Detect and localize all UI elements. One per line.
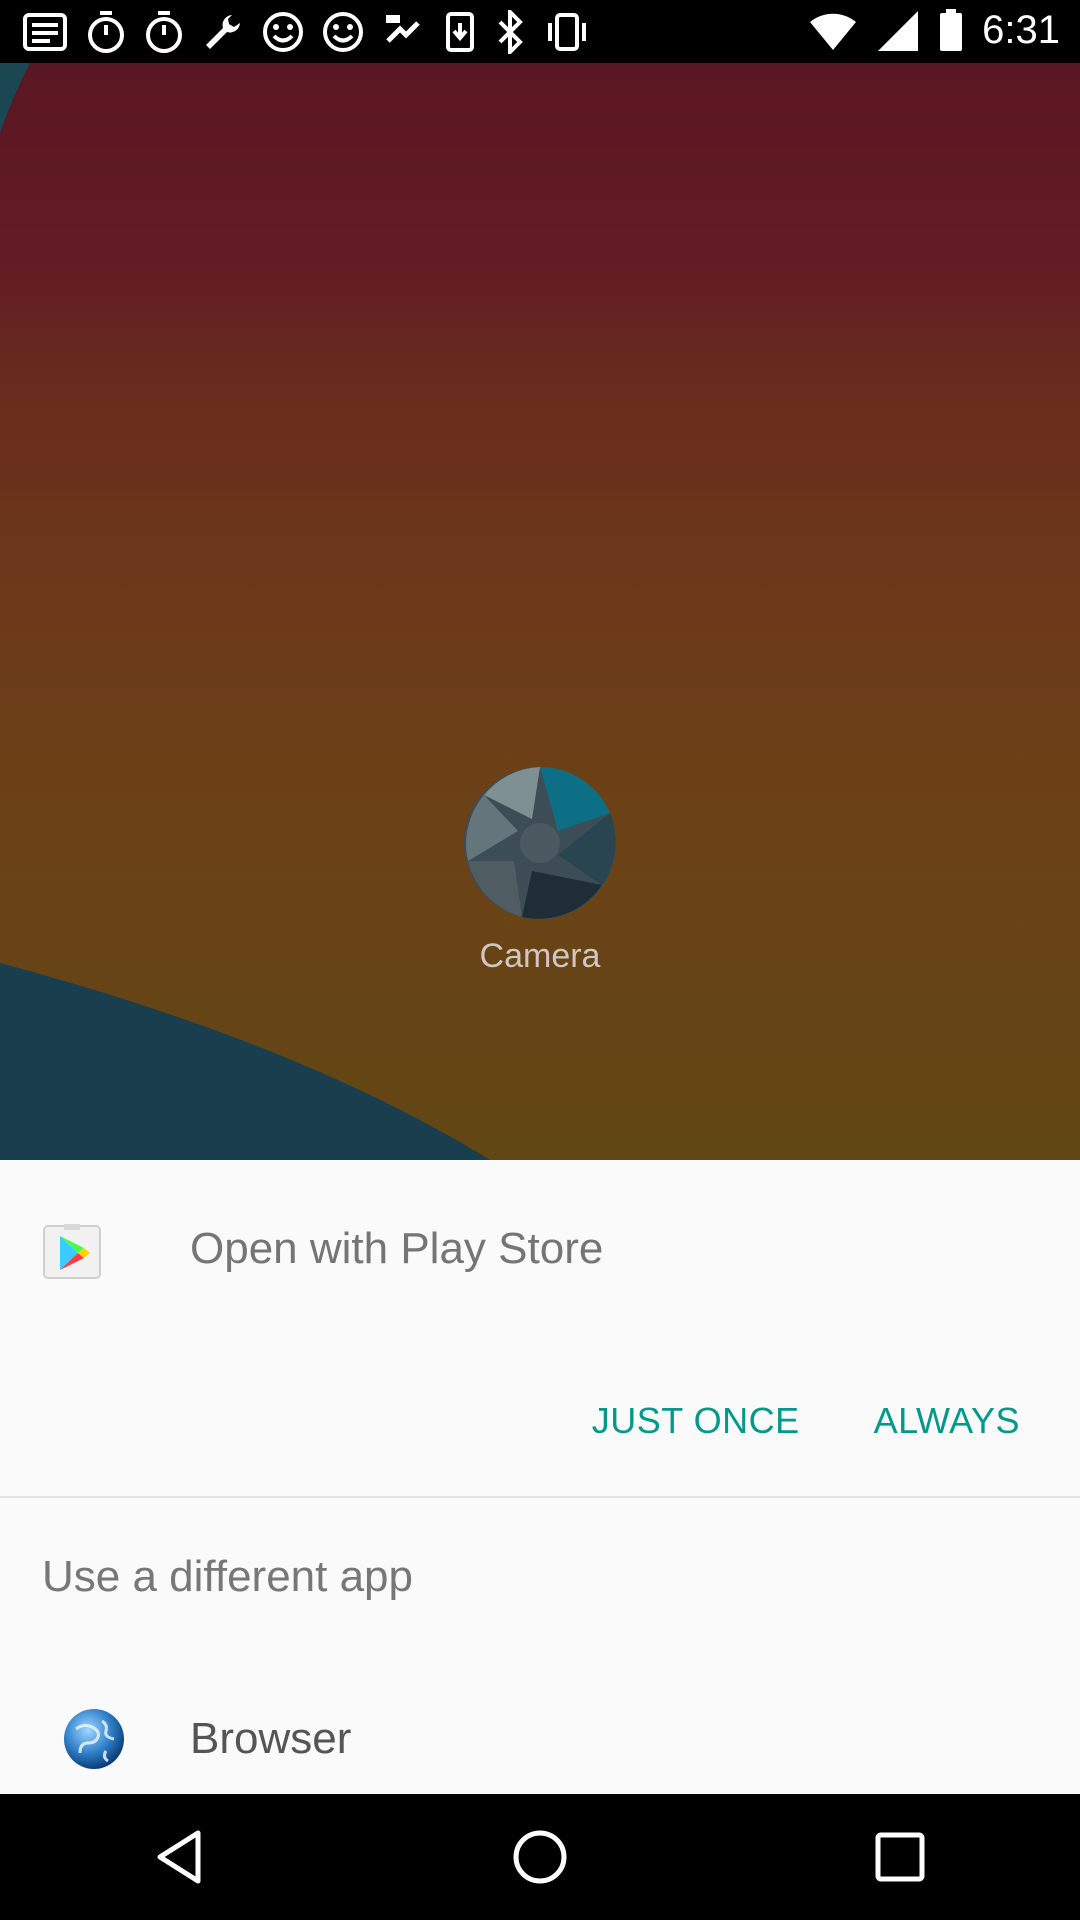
camera-label: Camera <box>479 937 601 975</box>
always-button[interactable]: ALWAYS <box>854 1388 1040 1454</box>
stopwatch-icon <box>88 11 124 53</box>
stopwatch-icon <box>146 11 182 53</box>
camera-aperture-icon <box>464 766 616 919</box>
home-wallpaper: Camera <box>0 63 1080 1160</box>
wrench-icon <box>206 15 240 49</box>
status-icons-right: 6:31 <box>808 8 1060 53</box>
open-with-dialog: Open with Play Store JUST ONCE ALWAYS Us… <box>0 1160 1080 1794</box>
recents-button[interactable] <box>850 1807 950 1907</box>
use-different-app-heading: Use a different app <box>42 1552 413 1601</box>
wifi-icon <box>810 13 857 50</box>
notification-icon <box>23 13 67 51</box>
camera-shortcut[interactable]: Camera <box>462 765 618 976</box>
globe-icon <box>64 1709 124 1769</box>
status-bar: 6:31 <box>0 0 1080 63</box>
smiley-icon <box>323 12 363 52</box>
download-icon <box>446 12 474 52</box>
back-icon <box>157 1830 201 1884</box>
bluetooth-icon <box>498 10 523 54</box>
recents-icon <box>875 1832 925 1882</box>
smiley-icon <box>263 12 303 52</box>
vibrate-icon <box>548 13 586 51</box>
app-item-browser[interactable]: Browser <box>0 1684 1080 1794</box>
home-icon <box>513 1830 567 1884</box>
home-button[interactable] <box>490 1807 590 1907</box>
dialog-title: Open with Play Store <box>190 1224 604 1273</box>
app-label: Browser <box>190 1714 352 1763</box>
just-once-button[interactable]: JUST ONCE <box>572 1388 820 1454</box>
play-store-icon <box>43 1224 101 1279</box>
back-button[interactable] <box>130 1807 230 1907</box>
divider <box>0 1496 1080 1498</box>
signal-icon <box>878 10 919 51</box>
dialog-header: Open with Play Store <box>0 1160 1080 1336</box>
fake-gps-icon <box>386 15 420 43</box>
clock: 6:31 <box>982 8 1060 52</box>
screen: 6:31 Camera Open with Play Store JUST ON… <box>0 0 1080 1920</box>
battery-icon <box>940 8 963 51</box>
status-icons-left <box>22 10 590 54</box>
wallpaper-curve <box>0 63 490 1160</box>
navigation-bar <box>0 1794 1080 1920</box>
dialog-buttons: JUST ONCE ALWAYS <box>572 1388 1040 1454</box>
